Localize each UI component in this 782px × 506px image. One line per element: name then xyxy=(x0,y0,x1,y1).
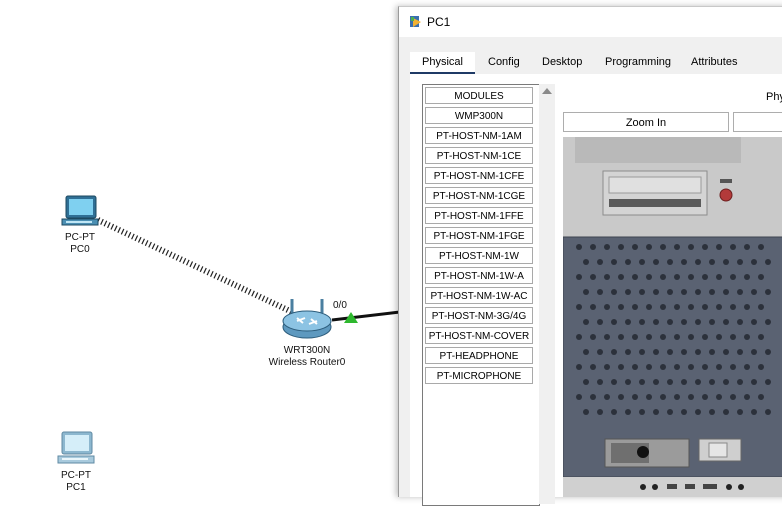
module-item[interactable]: PT-HOST-NM-1W-AC xyxy=(425,287,533,304)
module-item[interactable]: PT-HOST-NM-1FFE xyxy=(425,207,533,224)
physical-view-heading: Phy xyxy=(766,91,782,103)
pc1-window[interactable]: PC1 Physical Config Desktop Programming … xyxy=(398,6,782,506)
tab-desktop[interactable]: Desktop xyxy=(540,52,584,72)
module-item[interactable]: PT-HOST-NM-1CE xyxy=(425,147,533,164)
module-item[interactable]: PT-HOST-NM-1W-A xyxy=(425,267,533,284)
module-item[interactable]: WMP300N xyxy=(425,107,533,124)
module-item[interactable]: PT-HOST-NM-1W xyxy=(425,247,533,264)
device-type-label: WRT300N xyxy=(283,345,331,356)
tab-bar: Physical Config Desktop Programming Attr… xyxy=(410,52,782,75)
module-item[interactable]: MODULES xyxy=(425,87,533,104)
zoom-in-button[interactable]: Zoom In xyxy=(563,112,729,132)
wireless-router-icon xyxy=(282,299,332,339)
module-item[interactable]: PT-HOST-NM-1CFE xyxy=(425,167,533,184)
logical-workspace[interactable]: PC-PT PC0 WRT300N Wireless Router0 0/0 P… xyxy=(0,0,400,493)
port-label: 0/0 xyxy=(333,300,347,311)
scroll-up-icon[interactable] xyxy=(542,88,552,94)
device-type-label: PC-PT xyxy=(65,232,95,243)
tab-config[interactable]: Config xyxy=(486,52,522,72)
physical-pane: MODULES WMP300N PT-HOST-NM-1AM PT-HOST-N… xyxy=(410,74,782,506)
pc-tower-image[interactable] xyxy=(563,137,782,497)
module-item[interactable]: PT-HOST-NM-COVER xyxy=(425,327,533,344)
module-item[interactable]: PT-MICROPHONE xyxy=(425,367,533,384)
module-item[interactable]: PT-HOST-NM-1FGE xyxy=(425,227,533,244)
app-icon xyxy=(410,16,421,27)
module-item[interactable]: PT-HOST-NM-1CGE xyxy=(425,187,533,204)
tab-programming[interactable]: Programming xyxy=(603,52,673,72)
device-pc0[interactable]: PC-PT PC0 xyxy=(56,194,104,256)
module-item[interactable]: PT-HOST-NM-3G/4G xyxy=(425,307,533,324)
window-titlebar[interactable]: PC1 xyxy=(399,7,782,37)
module-item[interactable]: PT-HEADPHONE xyxy=(425,347,533,364)
window-title: PC1 xyxy=(427,15,451,29)
zoom-out-button[interactable] xyxy=(733,112,782,132)
module-item[interactable]: PT-HOST-NM-1AM xyxy=(425,127,533,144)
pc-icon xyxy=(57,431,95,464)
pc-icon xyxy=(61,195,99,226)
device-type-label: PC-PT xyxy=(61,470,91,481)
tab-attributes[interactable]: Attributes xyxy=(689,52,739,72)
module-list-scrollbar[interactable] xyxy=(539,84,555,504)
device-name-label: PC0 xyxy=(70,244,90,255)
module-list[interactable]: MODULES WMP300N PT-HOST-NM-1AM PT-HOST-N… xyxy=(422,84,540,506)
device-name-label: PC1 xyxy=(66,482,86,493)
device-name-label: Wireless Router0 xyxy=(268,357,346,368)
tab-physical[interactable]: Physical xyxy=(410,52,475,75)
device-pc1[interactable]: PC-PT PC1 xyxy=(52,430,100,494)
